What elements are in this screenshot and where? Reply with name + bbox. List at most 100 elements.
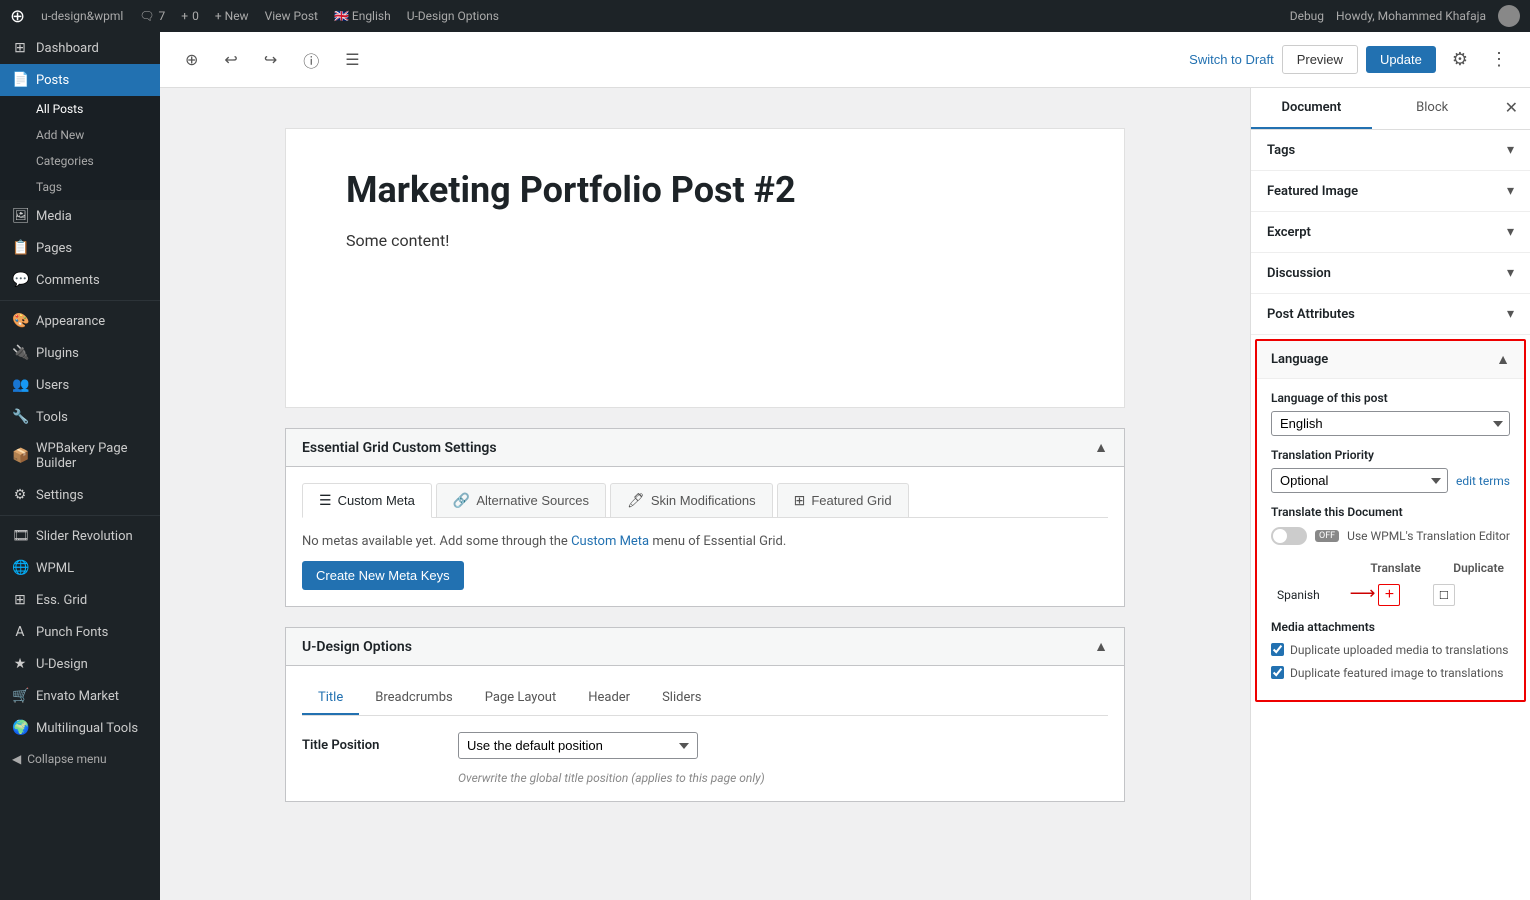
- title-position-hint: Overwrite the global title position (app…: [458, 771, 1108, 785]
- tab-header[interactable]: Header: [572, 682, 646, 715]
- sidebar-item-envato-market[interactable]: 🛒 Envato Market: [0, 680, 160, 712]
- tab-skin-mods[interactable]: 🖊 Skin Modifications: [610, 483, 773, 517]
- update-button[interactable]: Update: [1366, 46, 1436, 73]
- editor-settings-button[interactable]: ⚙: [1444, 45, 1476, 74]
- tab-alt-sources-label: Alternative Sources: [476, 493, 589, 508]
- sidebar-item-punch-fonts[interactable]: A Punch Fonts: [0, 616, 160, 648]
- udesign-header[interactable]: U-Design Options ▲: [286, 628, 1124, 666]
- main-content: ⊕ ↩ ↪ ⓘ ☰ Switch to Draft Preview Update…: [160, 32, 1530, 900]
- skin-mods-icon: 🖊: [627, 492, 645, 509]
- tools-menu-button[interactable]: ☰: [336, 43, 368, 77]
- language-section-header[interactable]: Language ▲: [1257, 341, 1524, 379]
- panel-tab-document[interactable]: Document: [1251, 88, 1372, 129]
- undo-button[interactable]: ↩: [215, 43, 246, 77]
- sidebar-item-u-design[interactable]: ★ U-Design: [0, 648, 160, 680]
- slider-revolution-icon: 🎞: [12, 528, 28, 544]
- site-name[interactable]: u-design&wpml: [41, 9, 123, 23]
- dup-uploads-checkbox[interactable]: [1271, 643, 1284, 656]
- dup-featured-label: Duplicate featured image to translations: [1290, 665, 1503, 682]
- switch-to-draft-button[interactable]: Switch to Draft: [1189, 52, 1274, 67]
- new-count[interactable]: + 0: [181, 9, 199, 23]
- new-link[interactable]: + New: [215, 9, 249, 23]
- duplicate-button[interactable]: □: [1433, 584, 1455, 606]
- sidebar-item-wpbakery[interactable]: 📦 WPBakery Page Builder: [0, 433, 160, 479]
- panel-section-featured-image[interactable]: Featured Image ▾: [1251, 171, 1530, 212]
- wp-logo-icon[interactable]: ⊕: [10, 6, 25, 27]
- panel-close-button[interactable]: ✕: [1493, 88, 1530, 129]
- sidebar-item-categories[interactable]: Categories: [0, 148, 160, 174]
- redo-button[interactable]: ↪: [255, 43, 286, 77]
- sidebar-item-comments[interactable]: 💬 Comments: [0, 264, 160, 296]
- sidebar-item-pages[interactable]: 📋 Pages: [0, 232, 160, 264]
- sidebar-item-tags[interactable]: Tags: [0, 174, 160, 200]
- translation-editor-toggle[interactable]: [1271, 527, 1307, 545]
- preview-button[interactable]: Preview: [1282, 45, 1358, 74]
- envato-market-icon: 🛒: [12, 688, 28, 704]
- duplicate-icon: □: [1440, 587, 1448, 602]
- tab-custom-meta[interactable]: ☰ Custom Meta: [302, 483, 432, 518]
- add-block-button[interactable]: ⊕: [176, 43, 207, 77]
- dup-featured-checkbox[interactable]: [1271, 666, 1284, 679]
- sidebar-label-punch-fonts: Punch Fonts: [36, 625, 108, 640]
- tab-sliders[interactable]: Sliders: [646, 682, 717, 715]
- custom-meta-link[interactable]: Custom Meta: [571, 534, 649, 549]
- sidebar-item-plugins[interactable]: 🔌 Plugins: [0, 337, 160, 369]
- essential-grid-title: Essential Grid Custom Settings: [302, 440, 497, 456]
- udesign-options-link[interactable]: U-Design Options: [407, 9, 499, 23]
- sidebar-item-dashboard[interactable]: ⊞ Dashboard: [0, 32, 160, 64]
- avatar[interactable]: [1498, 5, 1520, 27]
- sidebar-item-wpml[interactable]: 🌐 WPML: [0, 552, 160, 584]
- tab-breadcrumbs[interactable]: Breadcrumbs: [359, 682, 468, 715]
- panel-section-discussion[interactable]: Discussion ▾: [1251, 253, 1530, 294]
- posts-icon: 📄: [12, 72, 28, 88]
- edit-terms-link[interactable]: edit terms: [1456, 474, 1510, 488]
- sidebar-item-ess-grid[interactable]: ⊞ Ess. Grid: [0, 584, 160, 616]
- collapse-menu-button[interactable]: ◀ Collapse menu: [0, 744, 160, 774]
- panel-section-tags[interactable]: Tags ▾: [1251, 130, 1530, 171]
- sidebar-label-multilingual-tools: Multilingual Tools: [36, 721, 138, 736]
- essential-grid-header[interactable]: Essential Grid Custom Settings ▲: [286, 429, 1124, 467]
- language-select[interactable]: English Spanish French German: [1271, 411, 1510, 436]
- sidebar-item-tools[interactable]: 🔧 Tools: [0, 401, 160, 433]
- sidebar-item-posts[interactable]: 📄 Posts: [0, 64, 160, 96]
- post-content[interactable]: Some content!: [346, 231, 1064, 250]
- discussion-chevron-icon: ▾: [1507, 265, 1514, 281]
- sidebar-item-appearance[interactable]: 🎨 Appearance: [0, 305, 160, 337]
- udesign-chevron: ▲: [1094, 638, 1108, 655]
- panel-tab-block[interactable]: Block: [1372, 88, 1493, 129]
- sidebar-item-media[interactable]: 🖼 Media: [0, 200, 160, 232]
- editor-toolbar: ⊕ ↩ ↪ ⓘ ☰ Switch to Draft Preview Update…: [160, 32, 1530, 88]
- info-button[interactable]: ⓘ: [294, 41, 328, 79]
- create-meta-keys-button[interactable]: Create New Meta Keys: [302, 561, 464, 590]
- language-switcher[interactable]: 🇬🇧 English: [334, 9, 391, 23]
- translate-col-header: Translate: [1344, 557, 1427, 579]
- view-post-link[interactable]: View Post: [265, 9, 318, 23]
- editor-area: Marketing Portfolio Post #2 Some content…: [160, 88, 1530, 900]
- users-icon: 👥: [12, 377, 28, 393]
- sidebar-item-settings[interactable]: ⚙ Settings: [0, 479, 160, 511]
- dup-uploads-label: Duplicate uploaded media to translations: [1290, 642, 1508, 659]
- post-title[interactable]: Marketing Portfolio Post #2: [346, 169, 1064, 211]
- more-options-button[interactable]: ⋮: [1484, 45, 1514, 74]
- tab-page-layout[interactable]: Page Layout: [469, 682, 573, 715]
- title-position-select[interactable]: Use the default position Above header Be…: [458, 732, 698, 759]
- sidebar-item-slider-revolution[interactable]: 🎞 Slider Revolution: [0, 520, 160, 552]
- sidebar-item-multilingual-tools[interactable]: 🌍 Multilingual Tools: [0, 712, 160, 744]
- sidebar-item-add-new[interactable]: Add New: [0, 122, 160, 148]
- sidebar-item-all-posts[interactable]: All Posts: [0, 96, 160, 122]
- sidebar-label-settings: Settings: [36, 488, 83, 503]
- translation-priority-select[interactable]: Optional High Medium Low: [1271, 468, 1448, 493]
- translation-priority-row: Optional High Medium Low edit terms: [1271, 468, 1510, 493]
- debug-link[interactable]: Debug: [1290, 9, 1324, 23]
- panel-section-post-attributes[interactable]: Post Attributes ▾: [1251, 294, 1530, 335]
- tags-chevron-icon: ▾: [1507, 142, 1514, 158]
- sidebar-item-users[interactable]: 👥 Users: [0, 369, 160, 401]
- tab-alt-sources[interactable]: 🔗 Alternative Sources: [436, 483, 606, 517]
- translate-plus-button[interactable]: +: [1378, 584, 1400, 606]
- comments-count[interactable]: 🗨 7: [139, 9, 165, 23]
- panel-section-excerpt[interactable]: Excerpt ▾: [1251, 212, 1530, 253]
- tab-featured-grid[interactable]: ⊞ Featured Grid: [777, 483, 909, 517]
- tab-featured-grid-label: Featured Grid: [811, 493, 891, 508]
- tab-title[interactable]: Title: [302, 682, 359, 715]
- dup-media-checkbox-row: Duplicate uploaded media to translations: [1271, 642, 1510, 659]
